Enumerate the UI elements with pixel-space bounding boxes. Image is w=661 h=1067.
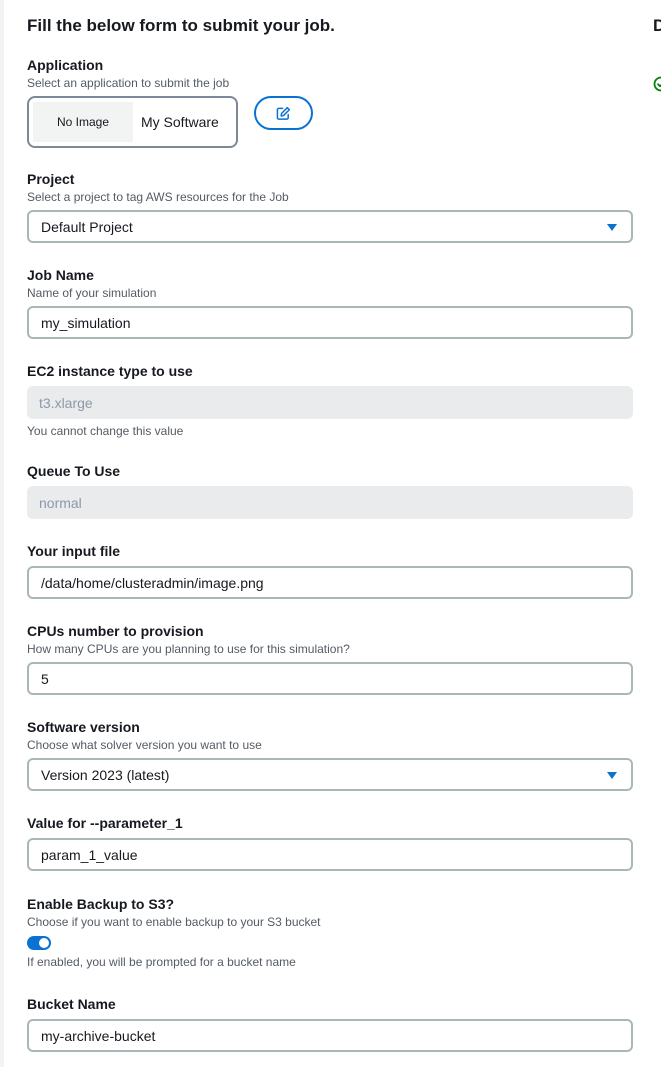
toggle-knob <box>39 938 49 948</box>
input-file-value: /data/home/clusteradmin/image.png <box>41 574 264 591</box>
project-description: Select a project to tag AWS resources fo… <box>27 190 289 204</box>
job-name-input[interactable]: my_simulation <box>27 306 633 339</box>
job-name-value: my_simulation <box>41 314 131 331</box>
cpus-value: 5 <box>41 670 49 687</box>
backup-field: Enable Backup to S3? Choose if you want … <box>27 895 633 970</box>
project-field: Project Select a project to tag AWS reso… <box>27 170 633 243</box>
backup-toggle[interactable] <box>27 936 51 950</box>
parameter-1-label: Value for --parameter_1 <box>27 815 183 831</box>
instance-type-hint: You cannot change this value <box>27 424 184 438</box>
job-name-field: Job Name Name of your simulation my_simu… <box>27 266 633 339</box>
job-name-description: Name of your simulation <box>27 286 157 300</box>
queue-value: normal <box>39 494 82 511</box>
application-card[interactable]: No Image My Software <box>27 96 238 148</box>
project-select-value: Default Project <box>41 218 133 235</box>
input-file-field: Your input file /data/home/clusteradmin/… <box>27 542 633 599</box>
application-field: Application Select an application to sub… <box>27 56 633 91</box>
input-file-label: Your input file <box>27 543 121 559</box>
form-title: Fill the below form to submit your job. <box>27 16 335 35</box>
caret-down-icon <box>607 224 617 231</box>
application-image-placeholder: No Image <box>33 102 133 142</box>
queue-label: Queue To Use <box>27 463 121 479</box>
queue-input: normal <box>27 486 633 519</box>
application-label: Application <box>27 57 104 73</box>
parameter-1-input[interactable]: param_1_value <box>27 838 633 871</box>
instance-type-field: EC2 instance type to use t3.xlarge You c… <box>27 362 633 439</box>
software-version-select[interactable]: Version 2023 (latest) <box>27 758 633 791</box>
edit-application-button[interactable] <box>254 96 313 130</box>
software-version-label: Software version <box>27 719 140 735</box>
bucket-input[interactable]: my-archive-bucket <box>27 1019 633 1052</box>
backup-label: Enable Backup to S3? <box>27 896 175 912</box>
project-select[interactable]: Default Project <box>27 210 633 243</box>
cpus-field: CPUs number to provision How many CPUs a… <box>27 622 633 695</box>
check-circle-icon <box>653 76 661 92</box>
edit-icon <box>276 106 291 120</box>
software-version-description: Choose what solver version you want to u… <box>27 738 262 752</box>
instance-type-value: t3.xlarge <box>39 394 93 411</box>
left-divider <box>0 0 4 1067</box>
input-file-input[interactable]: /data/home/clusteradmin/image.png <box>27 566 633 599</box>
software-version-value: Version 2023 (latest) <box>41 766 170 783</box>
cpus-input[interactable]: 5 <box>27 662 633 695</box>
cpus-description: How many CPUs are you planning to use fo… <box>27 642 350 656</box>
instance-type-input: t3.xlarge <box>27 386 633 419</box>
parameter-1-field: Value for --parameter_1 param_1_value <box>27 814 633 871</box>
parameter-1-value: param_1_value <box>41 846 138 863</box>
caret-down-icon <box>607 772 617 779</box>
side-panel-heading: D <box>653 16 661 35</box>
bucket-value: my-archive-bucket <box>41 1027 156 1044</box>
bucket-label: Bucket Name <box>27 996 116 1012</box>
job-name-label: Job Name <box>27 267 94 283</box>
instance-type-label: EC2 instance type to use <box>27 363 193 379</box>
backup-description: Choose if you want to enable backup to y… <box>27 915 321 929</box>
software-version-field: Software version Choose what solver vers… <box>27 718 633 791</box>
project-label: Project <box>27 171 75 187</box>
cpus-label: CPUs number to provision <box>27 623 204 639</box>
queue-field: Queue To Use normal <box>27 462 633 519</box>
application-description: Select an application to submit the job <box>27 76 230 90</box>
application-name: My Software <box>141 114 219 130</box>
job-submit-page: Fill the below form to submit your job. … <box>0 0 661 1067</box>
bucket-field: Bucket Name my-archive-bucket <box>27 995 633 1052</box>
backup-hint: If enabled, you will be prompted for a b… <box>27 955 296 969</box>
